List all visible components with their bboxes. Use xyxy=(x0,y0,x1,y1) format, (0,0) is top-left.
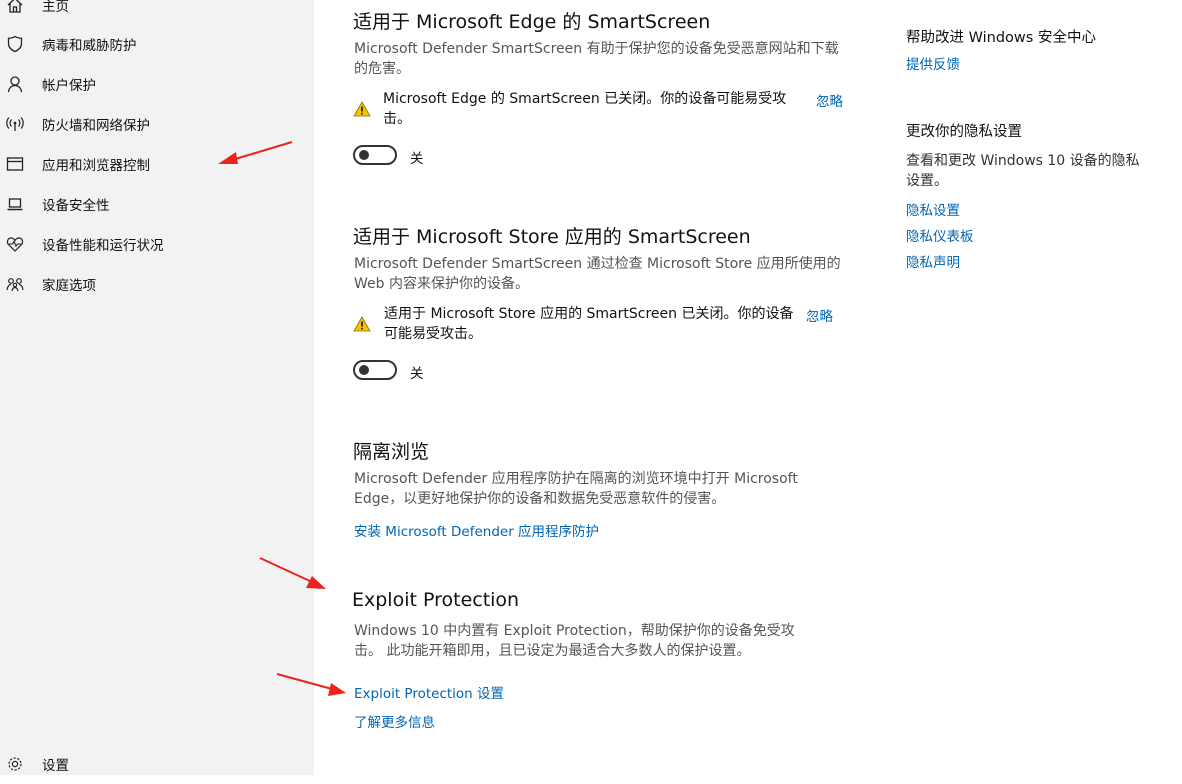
gear-icon xyxy=(6,755,24,773)
sidebar-item-family-options[interactable]: 家庭选项 xyxy=(0,264,314,304)
family-icon xyxy=(6,275,24,293)
description-line: 击。 此功能开箱即用，且已设定为最适合大多数人的保护设置。 xyxy=(354,643,751,659)
privacy-dashboard-link[interactable]: 隐私仪表板 xyxy=(906,225,974,245)
edge-warning-message: Microsoft Edge 的 SmartScreen 已关闭。你的设备可能易… xyxy=(383,89,803,129)
sidebar-item-home[interactable]: 主页 xyxy=(0,0,314,25)
sidebar: 主页 病毒和威胁防护 帐户保护 防火墙和网络保护 应用和浏览器控制 设备安全性 xyxy=(0,0,314,775)
privacy-statement-link[interactable]: 隐私声明 xyxy=(906,251,960,271)
exploit-protection-settings-link[interactable]: Exploit Protection 设置 xyxy=(354,682,504,702)
sidebar-item-firewall[interactable]: 防火墙和网络保护 xyxy=(0,104,314,144)
sidebar-item-label: 病毒和威胁防护 xyxy=(42,38,137,54)
warning-line: Microsoft Edge 的 SmartScreen 已关闭。你的设备可能易… xyxy=(383,91,787,107)
warning-line: 可能易受攻击。 xyxy=(384,326,482,342)
description-line: Microsoft Defender 应用程序防护在隔离的浏览环境中打开 Mic… xyxy=(354,471,798,487)
sidebar-item-virus-protection[interactable]: 病毒和威胁防护 xyxy=(0,24,314,64)
privacy-settings-link[interactable]: 隐私设置 xyxy=(906,199,960,219)
sidebar-item-label: 应用和浏览器控制 xyxy=(42,158,150,174)
sidebar-item-label: 设备性能和运行状况 xyxy=(42,238,164,254)
sidebar-item-label: 设备安全性 xyxy=(42,198,110,214)
edge-smartscreen-description: Microsoft Defender SmartScreen 有助于保护您的设备… xyxy=(354,39,864,79)
wireless-icon xyxy=(6,115,24,133)
app-window-icon xyxy=(6,155,24,173)
exploit-protection-title: Exploit Protection xyxy=(352,589,520,611)
warning-line: 击。 xyxy=(383,111,411,127)
sidebar-item-label: 家庭选项 xyxy=(42,278,96,294)
sidebar-item-settings[interactable]: 设置 xyxy=(0,744,314,784)
toggle-knob xyxy=(359,365,369,375)
heart-pulse-icon xyxy=(6,235,24,253)
warning-icon xyxy=(353,316,371,332)
warning-icon xyxy=(353,101,371,117)
description-line: Microsoft Defender SmartScreen 有助于保护您的设备… xyxy=(354,41,839,57)
description-line: Microsoft Defender SmartScreen 通过检查 Micr… xyxy=(354,256,841,272)
install-app-guard-link[interactable]: 安装 Microsoft Defender 应用程序防护 xyxy=(354,520,599,540)
edge-smartscreen-title: 适用于 Microsoft Edge 的 SmartScreen xyxy=(353,11,711,33)
store-smartscreen-title: 适用于 Microsoft Store 应用的 SmartScreen xyxy=(353,226,751,248)
isolated-browsing-description: Microsoft Defender 应用程序防护在隔离的浏览环境中打开 Mic… xyxy=(354,469,864,509)
sidebar-item-label: 设置 xyxy=(42,758,69,774)
edge-dismiss-link[interactable]: 忽略 xyxy=(816,90,843,110)
sidebar-item-device-health[interactable]: 设备性能和运行状况 xyxy=(0,224,314,264)
description-line: Web 内容来保护你的设备。 xyxy=(354,276,529,292)
sidebar-item-device-security[interactable]: 设备安全性 xyxy=(0,184,314,224)
sidebar-item-account-protection[interactable]: 帐户保护 xyxy=(0,64,314,104)
shield-icon xyxy=(6,35,24,53)
sidebar-item-label: 帐户保护 xyxy=(42,78,96,94)
home-icon xyxy=(6,0,24,14)
privacy-description: 查看和更改 Windows 10 设备的隐私 设置。 xyxy=(906,151,1176,191)
description-line: 查看和更改 Windows 10 设备的隐私 xyxy=(906,153,1140,169)
store-warning-message: 适用于 Microsoft Store 应用的 SmartScreen 已关闭。… xyxy=(384,304,804,344)
exploit-protection-description: Windows 10 中内置有 Exploit Protection，帮助保护你… xyxy=(354,621,864,661)
description-line: 设置。 xyxy=(906,173,948,189)
description-line: Windows 10 中内置有 Exploit Protection，帮助保护你… xyxy=(354,623,795,639)
improve-security-heading: 帮助改进 Windows 安全中心 xyxy=(906,30,1096,46)
sidebar-item-label: 防火墙和网络保护 xyxy=(42,118,150,134)
warning-line: 适用于 Microsoft Store 应用的 SmartScreen 已关闭。… xyxy=(384,306,794,322)
person-icon xyxy=(6,75,24,93)
sidebar-item-app-browser-control[interactable]: 应用和浏览器控制 xyxy=(0,144,314,184)
store-smartscreen-toggle[interactable] xyxy=(353,360,397,380)
privacy-settings-heading: 更改你的隐私设置 xyxy=(906,124,1022,140)
description-line: 的危害。 xyxy=(354,61,410,77)
toggle-knob xyxy=(359,150,369,160)
edge-smartscreen-toggle[interactable] xyxy=(353,145,397,165)
feedback-link[interactable]: 提供反馈 xyxy=(906,53,960,73)
store-toggle-state-label: 关 xyxy=(410,366,424,382)
store-dismiss-link[interactable]: 忽略 xyxy=(806,305,833,325)
learn-more-link[interactable]: 了解更多信息 xyxy=(354,711,435,731)
store-smartscreen-description: Microsoft Defender SmartScreen 通过检查 Micr… xyxy=(354,254,864,294)
sidebar-item-label: 主页 xyxy=(42,0,69,15)
laptop-icon xyxy=(6,195,24,213)
description-line: Edge，以更好地保护你的设备和数据免受恶意软件的侵害。 xyxy=(354,491,726,507)
edge-toggle-state-label: 关 xyxy=(410,151,424,167)
isolated-browsing-title: 隔离浏览 xyxy=(353,441,430,463)
